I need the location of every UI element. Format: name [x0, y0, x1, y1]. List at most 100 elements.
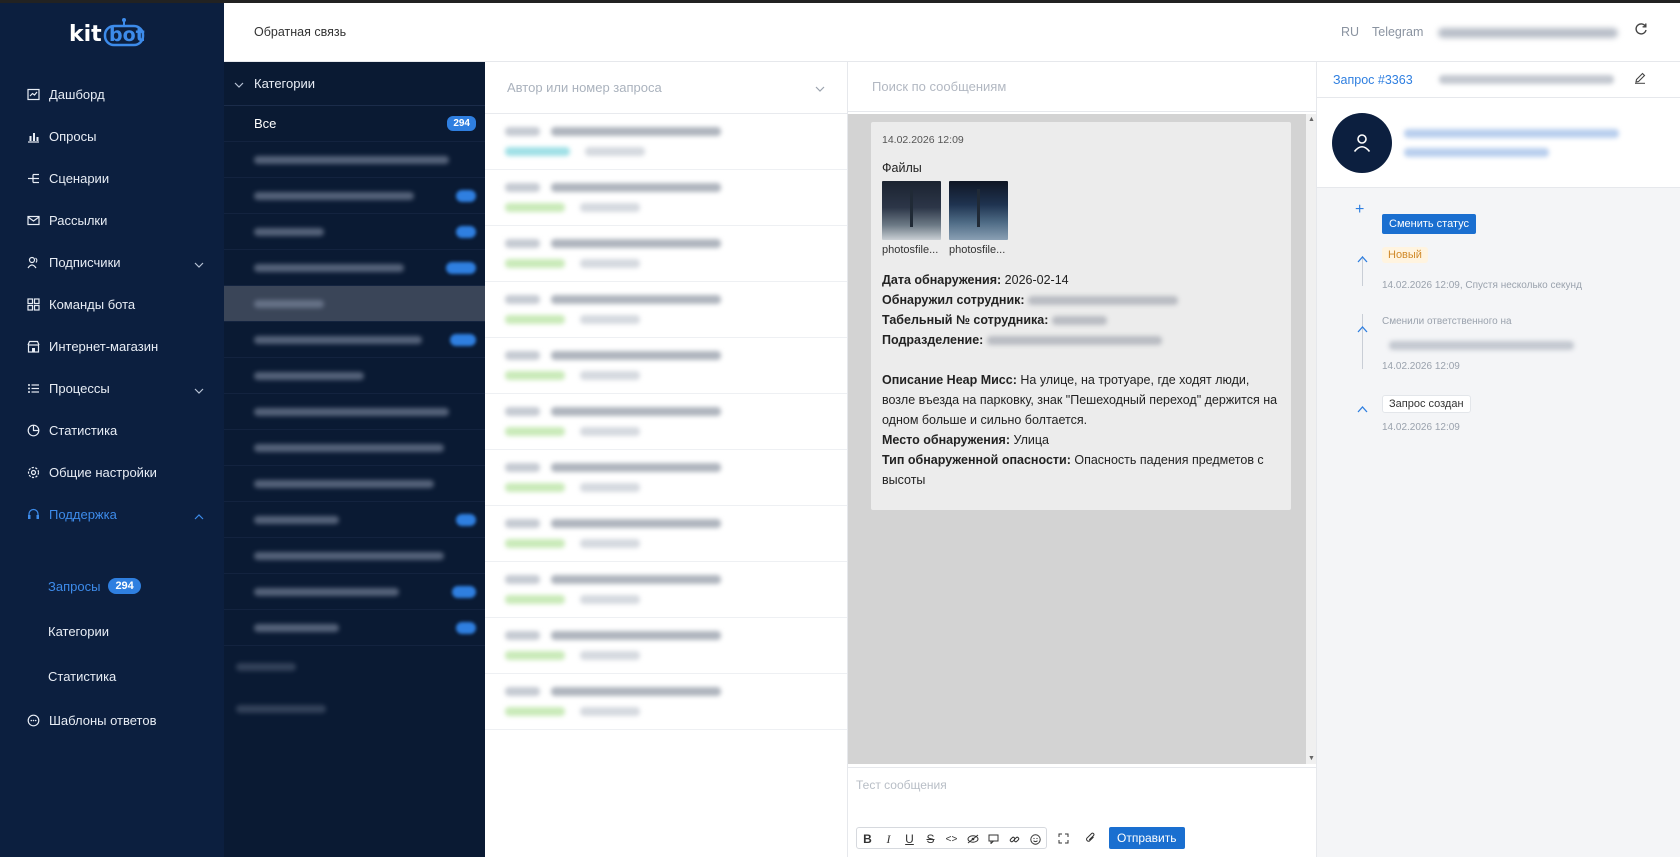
request-row[interactable] — [485, 450, 847, 506]
field-label: Тип обнаруженной опасности: — [882, 453, 1071, 467]
category-item[interactable] — [224, 538, 485, 574]
sidebar-item-subscribers[interactable]: Подписчики — [0, 242, 224, 282]
user-name-redacted[interactable] — [1438, 28, 1618, 38]
sidebar-item-store[interactable]: Интернет-магазин — [0, 326, 224, 366]
category-item-selected[interactable] — [224, 286, 485, 322]
sidebar-item-statistics[interactable]: Статистика — [0, 410, 224, 450]
chevron-down-icon — [815, 80, 825, 95]
request-row[interactable] — [485, 674, 847, 730]
request-row[interactable] — [485, 394, 847, 450]
attach-icon[interactable] — [1080, 827, 1101, 849]
category-label-redacted — [254, 299, 324, 308]
sidebar-item-mailings[interactable]: Рассылки — [0, 200, 224, 240]
request-id-redacted — [505, 239, 540, 248]
request-date-redacted — [580, 315, 640, 324]
requests-count-badge: 294 — [108, 578, 141, 594]
assignee-redacted[interactable] — [1438, 75, 1614, 84]
fullscreen-icon[interactable] — [1053, 827, 1074, 849]
category-item[interactable] — [224, 574, 485, 610]
request-row[interactable] — [485, 506, 847, 562]
chevron-up-icon[interactable] — [1357, 320, 1368, 338]
section-label-redacted — [236, 663, 296, 671]
request-row[interactable] — [485, 170, 847, 226]
change-status-button[interactable]: Сменить статус — [1382, 214, 1476, 234]
sidebar-item-scenarios[interactable]: Сценарии — [0, 158, 224, 198]
sidebar-item-processes[interactable]: Процессы — [0, 368, 224, 408]
scroll-down-icon[interactable]: ▼ — [1308, 755, 1315, 762]
bold-icon[interactable]: B — [857, 828, 878, 850]
field-value-redacted — [986, 336, 1162, 346]
emoji-icon[interactable] — [1025, 828, 1046, 850]
category-item[interactable] — [224, 430, 485, 466]
request-id-redacted — [505, 351, 540, 360]
avatar[interactable] — [1332, 112, 1392, 173]
scroll-up-icon[interactable]: ▲ — [1308, 116, 1315, 123]
categories-header[interactable]: Категории — [224, 62, 485, 106]
category-item[interactable] — [224, 394, 485, 430]
chevron-up-icon[interactable] — [1357, 250, 1368, 268]
status-filter-section[interactable] — [224, 646, 485, 688]
sidebar-item-surveys[interactable]: Опросы — [0, 116, 224, 156]
category-item[interactable] — [224, 142, 485, 178]
request-status-redacted — [505, 371, 565, 380]
category-item[interactable] — [224, 358, 485, 394]
telegram-link[interactable]: Telegram — [1372, 25, 1423, 39]
language-switch[interactable]: RU — [1341, 25, 1359, 39]
kitbot-logo[interactable]: kit bot — [0, 3, 224, 63]
chat-messages-area[interactable]: 14.02.2026 12:09 Файлы photosfile... pho… — [848, 114, 1306, 764]
responsible-filter-section[interactable] — [224, 688, 485, 730]
attachment-image[interactable] — [882, 181, 941, 240]
sidebar-sub-categories[interactable]: Категории — [48, 616, 109, 646]
category-item[interactable] — [224, 610, 485, 646]
sidebar-sub-statistics[interactable]: Статистика — [48, 661, 116, 691]
message-search-input[interactable]: Поиск по сообщениям — [848, 62, 1316, 112]
chat-scrollbar[interactable]: ▲ ▼ — [1306, 114, 1316, 764]
attachment-1[interactable]: photosfile... — [882, 181, 941, 256]
sidebar-item-bot-commands[interactable]: Команды бота — [0, 284, 224, 324]
sidebar-item-label: Процессы — [49, 380, 110, 396]
request-row[interactable] — [485, 282, 847, 338]
field-place: Место обнаружения: Улица — [882, 430, 1280, 450]
request-row[interactable] — [485, 618, 847, 674]
sidebar-sub-requests[interactable]: Запросы 294 — [48, 571, 141, 601]
category-item[interactable] — [224, 250, 485, 286]
link-icon[interactable] — [1004, 828, 1025, 850]
chevron-up-icon[interactable] — [1357, 400, 1368, 418]
category-item[interactable] — [224, 466, 485, 502]
underline-icon[interactable]: U — [899, 828, 920, 850]
user-icon — [1353, 133, 1371, 152]
category-item[interactable] — [224, 322, 485, 358]
spoiler-icon[interactable] — [962, 828, 983, 850]
request-status-redacted — [505, 203, 565, 212]
request-row[interactable] — [485, 114, 847, 170]
attachment-2[interactable]: photosfile... — [949, 181, 1008, 256]
refresh-icon[interactable] — [1634, 22, 1648, 41]
request-status-redacted — [505, 259, 565, 268]
category-item[interactable] — [224, 178, 485, 214]
quote-icon[interactable] — [983, 828, 1004, 850]
request-row[interactable] — [485, 562, 847, 618]
category-item[interactable] — [224, 502, 485, 538]
request-date-redacted — [580, 651, 640, 660]
request-row[interactable] — [485, 338, 847, 394]
sidebar-item-templates[interactable]: Шаблоны ответов — [0, 700, 224, 740]
sidebar-item-label: Шаблоны ответов — [49, 712, 157, 728]
attachment-image[interactable] — [949, 181, 1008, 240]
request-date-redacted — [585, 147, 645, 156]
strikethrough-icon[interactable]: S — [920, 828, 941, 850]
section-label-redacted — [236, 705, 326, 713]
send-button[interactable]: Отправить — [1109, 827, 1185, 849]
sidebar-item-settings[interactable]: Общие настройки — [0, 452, 224, 492]
italic-icon[interactable]: I — [878, 828, 899, 850]
category-item[interactable] — [224, 214, 485, 250]
plus-icon[interactable]: + — [1355, 201, 1364, 219]
sidebar-item-dashboard[interactable]: Дашборд — [0, 74, 224, 114]
request-search-input[interactable]: Автор или номер запроса — [485, 62, 847, 114]
request-row[interactable] — [485, 226, 847, 282]
code-icon[interactable]: <> — [941, 828, 962, 850]
request-id-redacted — [505, 519, 540, 528]
category-all[interactable]: Все 294 — [224, 106, 485, 142]
sidebar-item-support[interactable]: Поддержка — [0, 494, 224, 534]
edit-icon[interactable] — [1634, 71, 1646, 89]
message-input[interactable]: Тест сообщения — [848, 767, 1316, 823]
